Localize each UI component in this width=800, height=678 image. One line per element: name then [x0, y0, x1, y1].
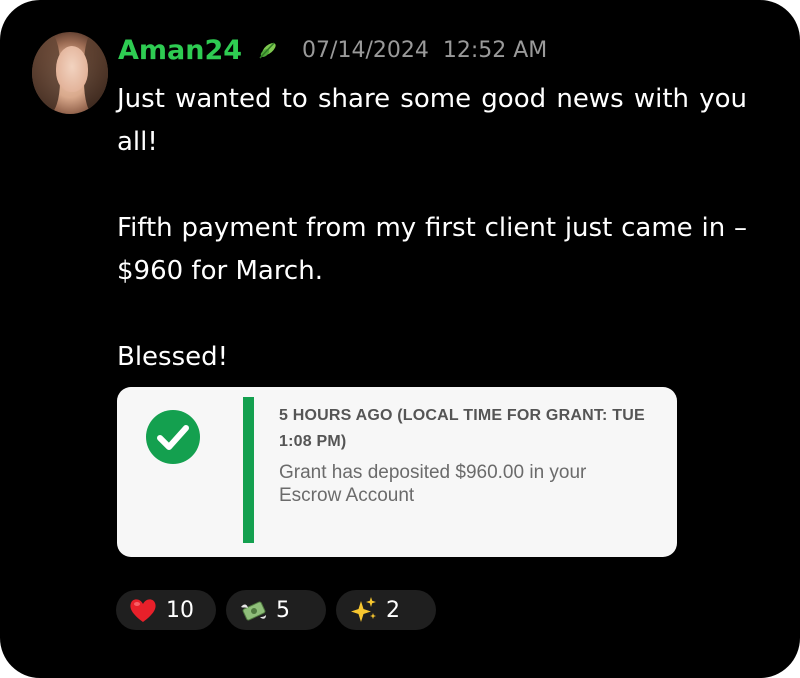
embed-title: 5 HOURS AGO (LOCAL TIME FOR GRANT: TUE 1… [279, 407, 645, 450]
leaf-badge-icon [256, 38, 280, 62]
embed-accent-bar [243, 397, 254, 543]
avatar[interactable] [32, 32, 108, 114]
reaction-count: 5 [276, 597, 290, 623]
message-paragraph: Just wanted to share some good news with… [117, 84, 747, 157]
message-body: Just wanted to share some good news with… [117, 78, 747, 379]
message-header: Aman24 07/14/2024 12:52 AM [118, 30, 547, 70]
username[interactable]: Aman24 [118, 35, 242, 66]
message-date: 07/14/2024 [302, 37, 429, 63]
reaction-money[interactable]: 5 [226, 590, 326, 630]
message-card: Aman24 07/14/2024 12:52 AM Just wanted t… [0, 0, 800, 678]
money-with-wings-icon [238, 595, 268, 625]
check-circle-icon [145, 409, 201, 465]
reaction-sparkles[interactable]: 2 [336, 590, 436, 630]
message-paragraph: Blessed! [117, 342, 229, 372]
deposit-notification-embed: 5 HOURS AGO (LOCAL TIME FOR GRANT: TUE 1… [117, 387, 677, 557]
red-heart-icon [128, 595, 158, 625]
reaction-heart[interactable]: 10 [116, 590, 216, 630]
avatar-face [56, 46, 88, 92]
message-time: 12:52 AM [442, 37, 548, 63]
reaction-count: 2 [386, 597, 400, 623]
message-paragraph: Fifth payment from my first client just … [117, 213, 747, 286]
reactions-bar: 10 5 2 [116, 590, 436, 630]
embed-body: Grant has deposited $960.00 in your Escr… [279, 462, 587, 506]
sparkles-icon [348, 595, 378, 625]
reaction-count: 10 [166, 597, 194, 623]
